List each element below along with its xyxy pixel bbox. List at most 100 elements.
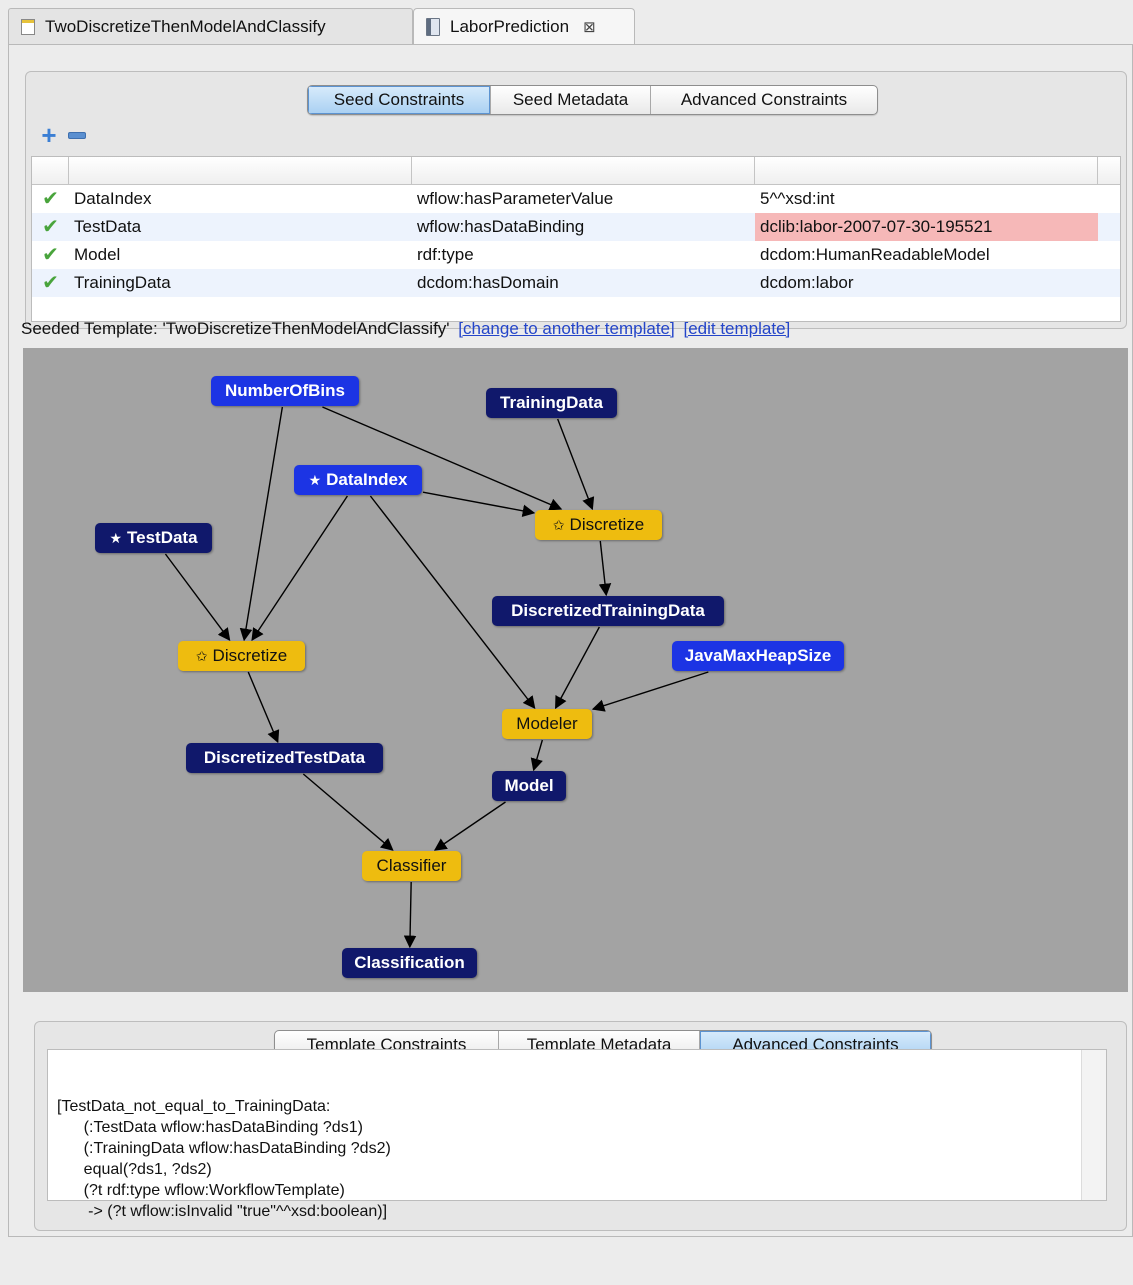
table-header xyxy=(32,157,1120,185)
check-icon-cell: ✔ xyxy=(32,185,69,213)
table-row[interactable]: ✔ TestData wflow:hasDataBinding dclib:la… xyxy=(32,213,1120,241)
predicate-cell[interactable]: rdf:type xyxy=(412,241,755,269)
node-discretize-training[interactable]: ✩ Discretize xyxy=(535,510,662,540)
star-icon: ★ xyxy=(109,529,122,546)
node-label: NumberOfBins xyxy=(225,381,345,400)
seed-tabbar: Seed Constraints Seed Metadata Advanced … xyxy=(307,85,878,115)
remove-constraint-button[interactable] xyxy=(66,124,88,146)
check-icon: ✔ xyxy=(42,244,59,266)
minus-icon xyxy=(68,131,86,139)
check-icon: ✔ xyxy=(42,188,59,210)
check-icon-cell: ✔ xyxy=(32,241,69,269)
star-icon: ★ xyxy=(308,471,322,488)
check-icon: ✔ xyxy=(42,272,59,294)
node-javamaxheapsize[interactable]: JavaMaxHeapSize xyxy=(672,641,844,671)
edge-trainingdata-to-discretize1 xyxy=(557,418,595,511)
edge-dataindex-to-discretize1 xyxy=(422,491,536,518)
plus-icon: + xyxy=(41,120,57,150)
predicate-cell[interactable]: wflow:hasDataBinding xyxy=(412,213,755,241)
subject-cell[interactable]: Model xyxy=(69,241,412,269)
constraints-table: ✔ DataIndex wflow:hasParameterValue 5^^x… xyxy=(31,156,1121,322)
edge-model-to-classifier xyxy=(433,801,506,851)
edge-modeler-to-model xyxy=(530,739,544,772)
subject-cell[interactable]: DataIndex xyxy=(69,185,412,213)
tab-seed-metadata[interactable]: Seed Metadata xyxy=(491,86,651,114)
node-discretize-test[interactable]: ✩ Discretize xyxy=(178,641,305,671)
node-label: TrainingData xyxy=(500,393,603,412)
tab-advanced-constraints[interactable]: Advanced Constraints xyxy=(651,86,877,114)
node-label: Modeler xyxy=(516,714,578,733)
editor-tab-label: TwoDiscretizeThenModelAndClassify xyxy=(45,16,326,36)
predicate-cell[interactable]: wflow:hasParameterValue xyxy=(412,185,755,213)
file-icon xyxy=(21,18,35,35)
rules-textarea[interactable]: [TestData_not_equal_to_TrainingData: (:T… xyxy=(47,1049,1107,1220)
node-label: TestData xyxy=(127,528,198,547)
node-label: Classification xyxy=(354,953,465,972)
workflow-graph-canvas[interactable]: NumberOfBins TrainingData ★ DataIndex ★ Te… xyxy=(23,348,1128,992)
edge-numberofbins-to-discretize2 xyxy=(239,406,284,642)
edge-dataindex-to-discretize2 xyxy=(251,495,348,642)
star-outline-icon: ✩ xyxy=(195,647,208,664)
rules-scrollbar[interactable] xyxy=(1081,1050,1106,1200)
node-modeler[interactable]: Modeler xyxy=(502,709,592,739)
edit-template-link[interactable]: [edit template] xyxy=(683,319,790,338)
edge-testdata-to-discretize2 xyxy=(164,553,231,642)
check-icon: ✔ xyxy=(42,216,59,238)
node-classifier[interactable]: Classifier xyxy=(362,851,461,881)
add-constraint-button[interactable]: + xyxy=(38,120,60,150)
edge-javamaxheapsize-to-modeler xyxy=(591,671,709,712)
table-body: ✔ DataIndex wflow:hasParameterValue 5^^x… xyxy=(32,185,1120,297)
node-numberofbins[interactable]: NumberOfBins xyxy=(211,376,359,406)
node-label: DiscretizedTrainingData xyxy=(511,601,705,620)
table-row[interactable]: ✔ DataIndex wflow:hasParameterValue 5^^x… xyxy=(32,185,1120,213)
column-header[interactable] xyxy=(69,157,412,184)
rules-text: [TestData_not_equal_to_TrainingData: (:T… xyxy=(57,1098,391,1220)
book-icon xyxy=(426,17,440,36)
table-row[interactable]: ✔ TrainingData dcdom:hasDomain dcdom:lab… xyxy=(32,269,1120,297)
edge-classifier-to-classification xyxy=(403,881,417,949)
seed-constraints-group: Seed Constraints Seed Metadata Advanced … xyxy=(25,71,1127,329)
template-constraints-group: Template Constraints Template Metadata A… xyxy=(34,1021,1127,1231)
subject-cell[interactable]: TestData xyxy=(69,213,412,241)
edge-discretizedtestdata-to-classifier xyxy=(302,773,394,851)
node-discretizedtrainingdata[interactable]: DiscretizedTrainingData xyxy=(492,596,724,626)
node-testdata[interactable]: ★ TestData xyxy=(95,523,212,553)
column-header[interactable] xyxy=(755,157,1098,184)
node-label: DataIndex xyxy=(326,470,408,489)
subject-cell[interactable]: TrainingData xyxy=(69,269,412,297)
node-discretizedtestdata[interactable]: DiscretizedTestData xyxy=(186,743,383,773)
edge-discretize2-to-discretizedtestdata xyxy=(247,671,280,744)
node-model[interactable]: Model xyxy=(492,771,566,801)
node-dataindex[interactable]: ★ DataIndex xyxy=(294,465,422,495)
column-header[interactable] xyxy=(412,157,755,184)
star-outline-icon: ✩ xyxy=(552,516,565,533)
node-label: Classifier xyxy=(376,856,447,875)
edge-discretizedtrainingdata-to-modeler xyxy=(555,626,600,710)
node-label: Model xyxy=(504,776,554,795)
edge-discretize1-to-discretizedtrainingdata xyxy=(598,540,612,597)
editor-tab-label: LaborPrediction xyxy=(450,16,570,36)
node-label: Discretize xyxy=(212,646,288,665)
seeded-template-line: Seeded Template: 'TwoDiscretizeThenModel… xyxy=(21,319,790,339)
check-icon-cell: ✔ xyxy=(32,269,69,297)
predicate-cell[interactable]: dcdom:hasDomain xyxy=(412,269,755,297)
column-header[interactable] xyxy=(32,157,69,184)
table-row[interactable]: ✔ Model rdf:type dcdom:HumanReadableMode… xyxy=(32,241,1120,269)
tab-seed-constraints[interactable]: Seed Constraints xyxy=(308,86,491,114)
node-label: JavaMaxHeapSize xyxy=(684,646,832,665)
node-trainingdata[interactable]: TrainingData xyxy=(486,388,617,418)
node-label: Discretize xyxy=(569,515,645,534)
change-template-link[interactable]: [change to another template] xyxy=(458,319,674,338)
seeded-template-label: Seeded Template: 'TwoDiscretizeThenModel… xyxy=(21,319,450,338)
editor-content: Seed Constraints Seed Metadata Advanced … xyxy=(8,44,1133,1237)
node-classification[interactable]: Classification xyxy=(342,948,477,978)
close-icon[interactable]: ⊠ xyxy=(583,18,596,36)
object-cell[interactable]: dcdom:labor xyxy=(755,269,1098,297)
editor-tab-template[interactable]: TwoDiscretizeThenModelAndClassify xyxy=(8,8,413,44)
object-cell-error[interactable]: dclib:labor-2007-07-30-195521 xyxy=(755,213,1098,241)
object-cell[interactable]: dcdom:HumanReadableModel xyxy=(755,241,1098,269)
editor-tab-laborprediction[interactable]: LaborPrediction ⊠ xyxy=(413,8,635,44)
editor-tab-bar: TwoDiscretizeThenModelAndClassify LaborP… xyxy=(8,8,1133,46)
check-icon-cell: ✔ xyxy=(32,213,69,241)
object-cell[interactable]: 5^^xsd:int xyxy=(755,185,1098,213)
